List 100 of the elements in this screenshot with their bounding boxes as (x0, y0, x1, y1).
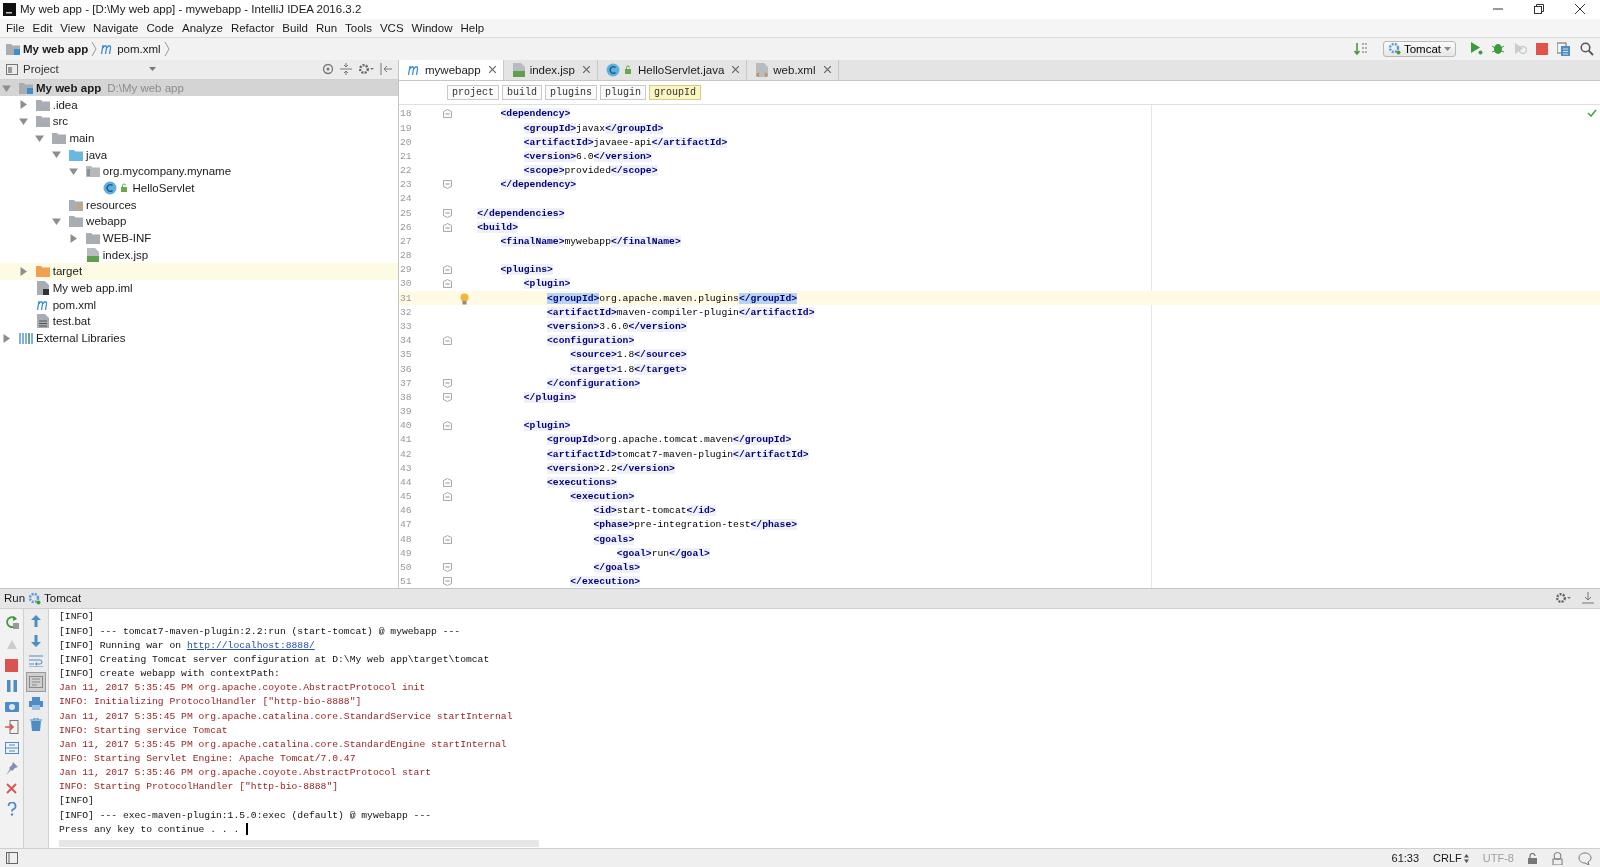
tree-item[interactable]: java (0, 146, 398, 164)
print-icon[interactable] (29, 696, 43, 710)
chat-icon[interactable] (1578, 851, 1592, 865)
restore-icon[interactable] (1533, 4, 1544, 15)
camera-icon[interactable] (4, 699, 19, 712)
menu-item[interactable]: Build (278, 21, 312, 34)
breadcrumb-item[interactable]: My web app (6, 42, 89, 55)
fold-marker-icon[interactable] (443, 534, 452, 544)
tree-item[interactable]: src (0, 113, 398, 130)
sort-icon[interactable] (1353, 41, 1368, 56)
scroll-to-end-button[interactable] (26, 671, 46, 692)
breadcrumb-item[interactable]: project (447, 84, 499, 100)
editor-tab[interactable]: HelloServlet.java (598, 59, 748, 80)
menu-item[interactable]: File (2, 21, 29, 34)
breadcrumb-item[interactable]: plugins (545, 84, 598, 100)
tool-windows-icon[interactable] (6, 852, 18, 865)
run-config-dropdown[interactable]: Tomcat (1382, 40, 1456, 57)
scrollbar[interactable] (59, 840, 539, 848)
hide-panel-icon[interactable] (1582, 592, 1594, 605)
tree-item[interactable]: test.bat (0, 313, 398, 330)
fold-marker-icon[interactable] (443, 109, 452, 119)
fold-marker-icon[interactable] (443, 378, 452, 388)
menu-item[interactable]: Help (456, 21, 489, 34)
run-config-tab[interactable]: Tomcat (28, 591, 82, 605)
tree-item[interactable]: resources (0, 196, 398, 214)
lightbulb-icon[interactable] (460, 292, 469, 305)
tree-item[interactable]: webapp (0, 213, 398, 230)
rerun-icon[interactable] (4, 614, 19, 629)
tree-arrow-icon[interactable] (18, 100, 28, 110)
fold-marker-icon[interactable] (443, 421, 452, 431)
close-icon[interactable] (488, 66, 496, 74)
menu-item[interactable]: Tools (341, 21, 376, 34)
tree-item[interactable]: org.mycompany.myname (0, 163, 398, 180)
tree-arrow-icon[interactable] (18, 116, 28, 126)
tree-item[interactable]: WEB-INF (0, 229, 398, 247)
locate-icon[interactable] (322, 63, 334, 76)
pause-icon[interactable] (5, 679, 18, 692)
fold-marker-icon[interactable] (443, 208, 452, 218)
menu-item[interactable]: Analyze (177, 21, 227, 34)
trash-icon[interactable] (30, 717, 42, 731)
gear-icon[interactable] (358, 63, 374, 76)
fold-marker-icon[interactable] (443, 392, 452, 402)
tree-arrow-icon[interactable] (68, 166, 78, 176)
search-icon[interactable] (1580, 41, 1594, 56)
hide-panel-icon[interactable] (380, 63, 392, 76)
collapse-all-icon[interactable] (340, 63, 352, 76)
tree-arrow-icon[interactable] (18, 266, 28, 276)
lock-icon[interactable] (1528, 852, 1537, 864)
link[interactable]: http://localhost:8888/ (186, 639, 315, 651)
breadcrumb-item[interactable]: build (502, 84, 543, 100)
wrap-icon[interactable] (29, 654, 43, 667)
layout-icon[interactable] (4, 741, 19, 754)
editor-tab[interactable]: mywebapp (399, 59, 504, 80)
fold-marker-icon[interactable] (443, 265, 452, 275)
tree-arrow-icon[interactable] (2, 83, 11, 93)
menu-item[interactable]: VCS (375, 21, 408, 34)
editor-tab[interactable]: index.jsp (503, 59, 598, 80)
line-separator[interactable]: CRLF (1433, 852, 1469, 865)
menu-item[interactable]: Window (407, 21, 457, 34)
down-arrow-icon[interactable] (30, 634, 42, 647)
cursor-position[interactable]: 61:33 (1391, 852, 1420, 865)
editor-tab[interactable]: web.xml (747, 59, 839, 80)
tree-arrow-icon[interactable] (68, 233, 78, 243)
inspector-icon[interactable] (1551, 851, 1564, 865)
tree-arrow-icon[interactable] (52, 150, 62, 160)
tree-item[interactable]: .idea (0, 96, 398, 114)
debug-icon[interactable] (1492, 42, 1505, 56)
fold-marker-icon[interactable] (443, 562, 452, 572)
tree-item[interactable]: pom.xml (0, 296, 398, 313)
fold-marker-icon[interactable] (443, 477, 452, 487)
breadcrumb-item[interactable]: plugin (600, 84, 647, 100)
tree-item[interactable]: target (0, 263, 398, 280)
up-arrow-icon[interactable] (30, 614, 42, 627)
tree-item[interactable]: My web app.iml (0, 279, 398, 297)
fold-marker-icon[interactable] (443, 279, 452, 289)
menu-item[interactable]: Code (142, 21, 178, 34)
tree-arrow-icon[interactable] (35, 133, 45, 143)
tree-item[interactable]: index.jsp (0, 246, 398, 264)
breadcrumb-item[interactable]: pom.xml (100, 42, 161, 55)
exit-icon[interactable] (4, 719, 19, 734)
fold-marker-icon[interactable] (443, 492, 452, 502)
menu-item[interactable]: Navigate (89, 21, 143, 34)
menu-item[interactable]: Run (311, 21, 342, 34)
pin-icon[interactable] (5, 761, 18, 775)
close-icon[interactable] (1574, 4, 1585, 15)
tree-item[interactable]: HelloServlet (0, 179, 398, 197)
settings-icon[interactable] (1555, 592, 1571, 605)
breadcrumb-item[interactable]: groupId (649, 84, 702, 100)
stop-icon[interactable] (1536, 42, 1548, 55)
tree-item[interactable]: main (0, 129, 398, 147)
menu-item[interactable]: Refactor (226, 21, 279, 34)
fold-marker-icon[interactable] (443, 222, 452, 232)
help-icon[interactable] (6, 801, 17, 816)
run-icon[interactable] (1471, 42, 1483, 56)
tree-arrow-icon[interactable] (52, 216, 62, 226)
tree-arrow-icon[interactable] (2, 333, 11, 343)
stop-icon[interactable] (5, 658, 18, 672)
menu-item[interactable]: View (56, 21, 90, 34)
fold-marker-icon[interactable] (443, 336, 452, 346)
tree-item[interactable]: External Libraries (0, 329, 398, 347)
